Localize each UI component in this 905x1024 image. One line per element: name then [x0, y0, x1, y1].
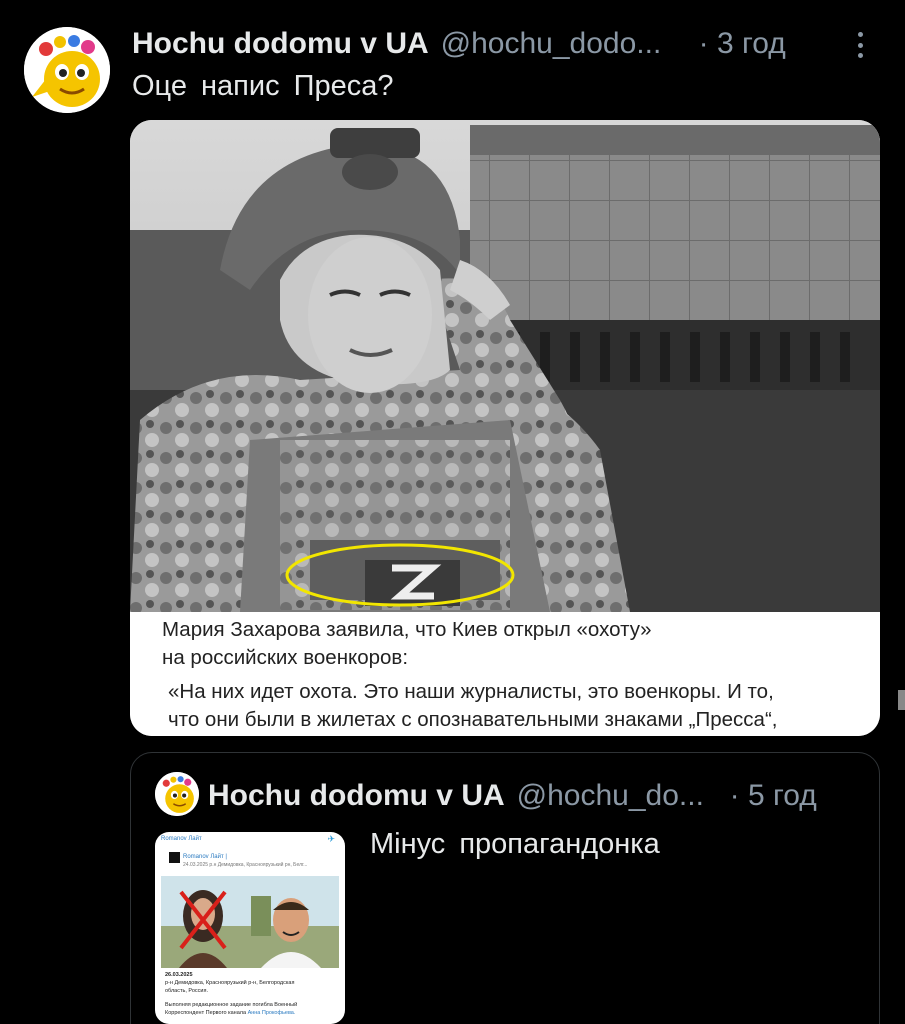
more-icon	[858, 32, 864, 58]
post-text-line: область, Россия.	[165, 988, 208, 994]
author-name[interactable]: Hochu dodomu v UA	[132, 27, 429, 61]
channel-logo	[169, 852, 180, 863]
post-text-part: Корреспондент Первого канала	[165, 1010, 247, 1016]
post-date: 26.03.2025	[165, 972, 193, 978]
author-handle[interactable]: @hochu_dodo...	[441, 27, 681, 61]
image-caption: Мария Захарова заявила, что Киев открыл …	[130, 612, 880, 736]
soldier-photo	[130, 120, 880, 612]
quoted-timestamp[interactable]: · 5 год	[730, 779, 817, 813]
post-text-line: р-н Демидовка, Красноярузький р-н, Белго…	[165, 980, 295, 986]
caption-line: Мария Захарова заявила, что Киев открыл …	[162, 618, 652, 641]
scrollbar-thumb[interactable]	[898, 690, 905, 710]
quoted-text: Мінус пропагандонка	[370, 828, 660, 860]
quoted-header: Hochu dodomu v UA @hochu_do... · 5 год	[208, 776, 817, 816]
two-people-photo	[161, 876, 339, 968]
post-name-link[interactable]: Анна Прокофьева.	[248, 1010, 296, 1016]
tweet-header: Hochu dodomu v UA @hochu_dodo... · 3 год	[132, 24, 872, 64]
post-text-line: Корреспондент Первого канала Анна Прокоф…	[165, 1010, 295, 1016]
emoji-avatar-icon	[24, 27, 110, 113]
caption-line: «На них идет охота. Это наши журналисты,…	[168, 680, 774, 703]
emoji-avatar-icon	[155, 772, 199, 816]
telegram-post-meta: 24.03.2025 р.н Демидовка, Красноярузький…	[183, 862, 308, 868]
tweet-media[interactable]: Мария Захарова заявила, что Киев открыл …	[130, 120, 880, 736]
tweet-text: Оце напис Преса?	[132, 70, 394, 102]
telegram-post-author: Romanov Лайт |	[183, 854, 227, 860]
caption-line: что они были в жилетах с опознавательным…	[168, 708, 778, 731]
avatar[interactable]	[24, 27, 110, 113]
quoted-author-handle[interactable]: @hochu_do...	[517, 779, 712, 813]
quoted-author-name[interactable]: Hochu dodomu v UA	[208, 779, 505, 813]
quoted-media[interactable]: Romanov Лайт ✈ Romanov Лайт | 24.03.2025…	[155, 832, 345, 1024]
timestamp[interactable]: · 3 год	[699, 27, 786, 61]
telegram-channel-title: Romanov Лайт	[161, 836, 202, 842]
caption-line: на российских военкоров:	[162, 646, 409, 669]
more-options-button[interactable]	[856, 30, 866, 60]
quoted-avatar[interactable]	[155, 772, 199, 816]
post-text-line: Выполняя редакционное задание погибла Во…	[165, 1002, 298, 1008]
telegram-icon: ✈	[327, 834, 335, 844]
